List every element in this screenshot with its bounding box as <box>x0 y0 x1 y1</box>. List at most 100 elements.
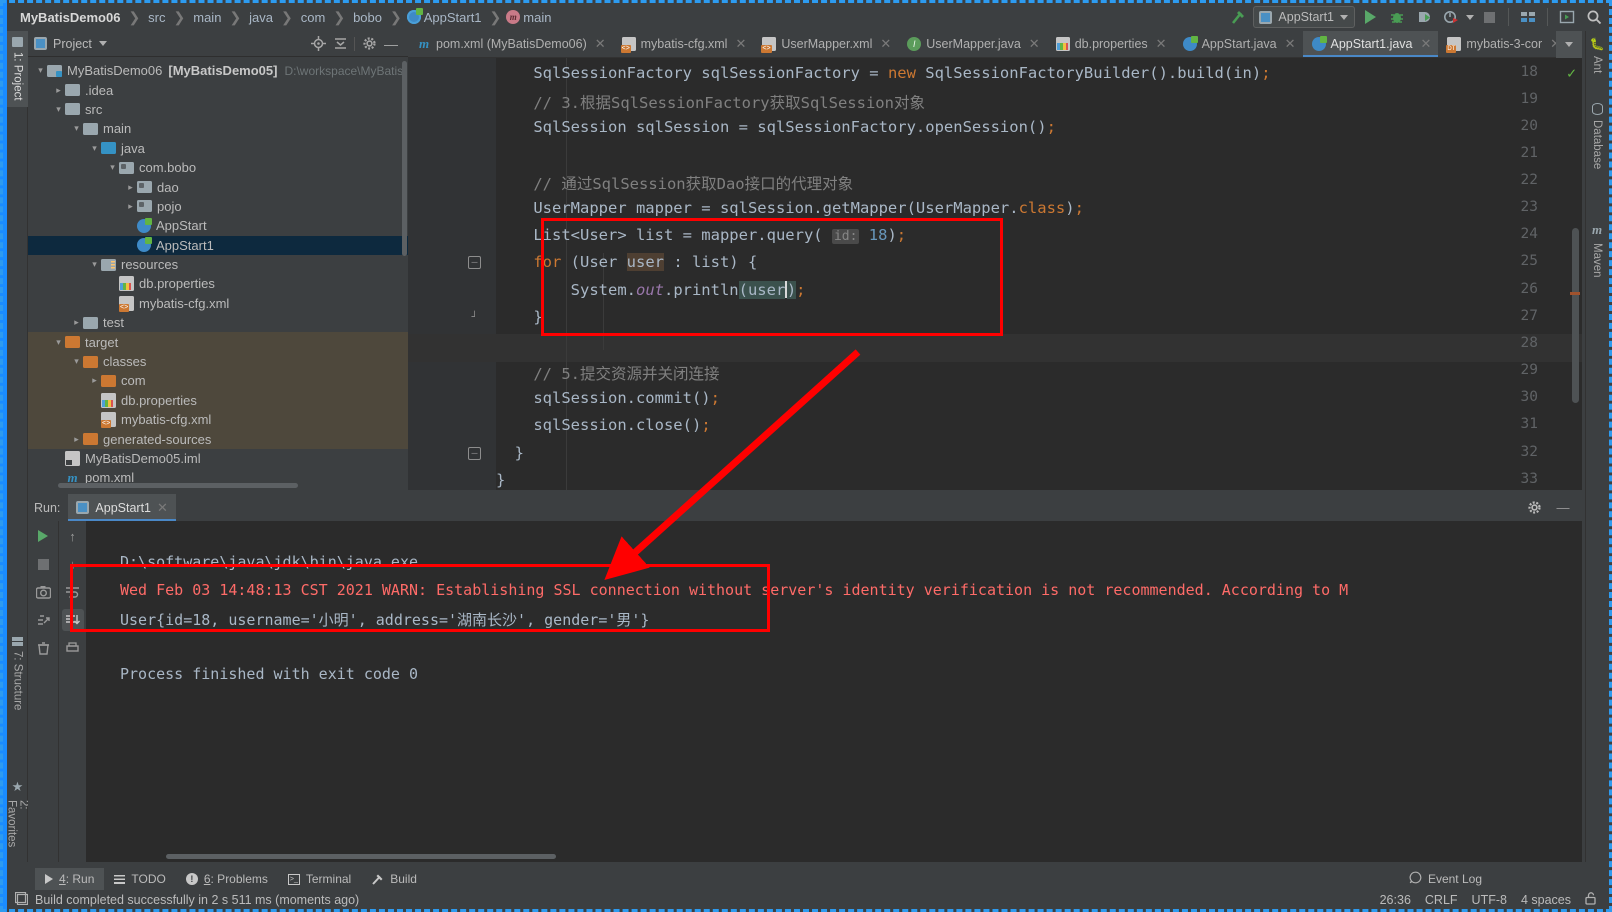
tree-node-java[interactable]: ▾ java <box>28 139 408 158</box>
gear-icon[interactable] <box>358 33 380 55</box>
tree-node-mybatisdemo05-iml[interactable]: MyBatisDemo05.iml <box>28 449 408 468</box>
close-icon[interactable]: ✕ <box>157 500 168 516</box>
tree-node-src[interactable]: ▾ src <box>28 100 408 119</box>
close-icon[interactable]: ✕ <box>1285 36 1296 52</box>
stop-button[interactable] <box>32 553 54 575</box>
chevron-right-icon[interactable]: ▸ <box>70 434 83 445</box>
chevron-down-icon[interactable]: ▾ <box>70 356 83 367</box>
bottom-tab-build[interactable]: Build <box>361 868 427 890</box>
close-icon[interactable]: ✕ <box>1156 36 1167 52</box>
bottom-tab-6-problems[interactable]: ! 6: Problems <box>176 868 278 890</box>
code-fold-marker[interactable]: – <box>468 256 481 269</box>
tree-node-main[interactable]: ▾ main <box>28 119 408 138</box>
sidebar-item-favorites[interactable]: ★ 2: Favorites <box>6 773 30 862</box>
code-fold-marker[interactable]: – <box>468 447 481 460</box>
editor-tab-bar[interactable]: mpom.xml (MyBatisDemo06)✕mybatis-cfg.xml… <box>408 31 1582 58</box>
breadcrumb-item-project[interactable]: MyBatisDemo06 <box>15 10 125 25</box>
tree-node-mybatis-cfg-xml[interactable]: mybatis-cfg.xml <box>28 410 408 430</box>
sidebar-item-maven[interactable]: m Maven <box>1585 216 1609 284</box>
chevron-down-icon[interactable]: ▾ <box>34 65 47 76</box>
close-icon[interactable]: ✕ <box>880 36 891 52</box>
dump-threads-button[interactable] <box>32 609 54 631</box>
chevron-down-icon[interactable]: ▾ <box>52 337 65 348</box>
project-structure-button[interactable] <box>1516 5 1540 29</box>
bottom-tab-4-run[interactable]: 4: Run <box>35 868 105 890</box>
search-everywhere-button[interactable] <box>1582 5 1606 29</box>
chevron-down-icon[interactable]: ▾ <box>88 259 101 270</box>
print-button[interactable] <box>62 637 84 659</box>
caret-position[interactable]: 26:36 <box>1380 893 1411 907</box>
tree-node-generated-sources[interactable]: ▸ generated-sources <box>28 429 408 449</box>
editor-tab-appstart-java[interactable]: AppStart.java ✕ <box>1174 31 1303 57</box>
console-scrollbar-horizontal[interactable] <box>166 854 556 859</box>
editor-tab-db-properties[interactable]: db.properties ✕ <box>1047 31 1174 57</box>
sidebar-item-ant[interactable]: 🐛 Ant <box>1585 31 1609 79</box>
tree-node-test[interactable]: ▸ test <box>28 313 408 332</box>
run-button[interactable] <box>1358 5 1382 29</box>
run-configuration-selector[interactable]: AppStart1 <box>1253 6 1355 28</box>
chevron-right-icon[interactable]: ▸ <box>52 85 65 96</box>
chevron-down-icon[interactable]: ▾ <box>52 104 65 115</box>
breadcrumb-item-java[interactable]: java <box>244 10 278 25</box>
code-fold-end-marker[interactable]: ┘ <box>468 311 481 324</box>
updates-button[interactable] <box>1555 5 1579 29</box>
tree-node-com-bobo[interactable]: ▾ com.bobo <box>28 158 408 177</box>
breadcrumb-item-com[interactable]: com <box>296 10 331 25</box>
bottom-tab-todo[interactable]: TODO <box>104 868 175 890</box>
minimize-icon[interactable]: — <box>1552 497 1574 519</box>
breadcrumb-item-appstart1[interactable]: AppStart1 <box>405 8 487 25</box>
tree-node-com[interactable]: ▸ com <box>28 371 408 391</box>
breadcrumb-item-bobo[interactable]: bobo <box>348 10 387 25</box>
tree-node--idea[interactable]: ▸ .idea <box>28 80 408 99</box>
debug-button[interactable] <box>1385 5 1409 29</box>
chevron-down-icon[interactable]: ▾ <box>106 162 119 173</box>
project-scrollbar-vertical[interactable] <box>402 61 407 256</box>
event-log-button[interactable]: Event Log <box>1409 868 1482 890</box>
rerun-button[interactable] <box>32 525 54 547</box>
inspection-ok-icon[interactable]: ✓ <box>1567 64 1576 82</box>
tree-node-mybatis-cfg-xml[interactable]: mybatis-cfg.xml <box>28 294 408 313</box>
project-tree[interactable]: ▾ MyBatisDemo06 [MyBatisDemo05] D:\workspac… <box>28 58 408 490</box>
close-icon[interactable]: ✕ <box>595 36 606 52</box>
editor-tab-appstart1-java[interactable]: AppStart1.java ✕ <box>1302 31 1439 57</box>
soft-wrap-button[interactable] <box>62 581 84 603</box>
screenshot-button[interactable] <box>32 581 54 603</box>
build-project-button[interactable] <box>1226 5 1250 29</box>
console-output[interactable]: D:\software\java\jdk\bin\java.exe ... We… <box>86 521 1582 862</box>
chevron-right-icon[interactable]: ▸ <box>70 317 83 328</box>
chevron-down-icon[interactable]: ▾ <box>88 143 101 154</box>
project-scrollbar-horizontal[interactable] <box>58 483 298 488</box>
chevron-down-icon[interactable]: ▾ <box>70 123 83 134</box>
indent-setting[interactable]: 4 spaces <box>1521 893 1571 907</box>
chevron-right-icon[interactable]: ▸ <box>124 182 137 193</box>
sidebar-item-database[interactable]: Database <box>1585 97 1609 175</box>
run-tab-appstart1[interactable]: AppStart1 ✕ <box>68 494 176 521</box>
chevron-right-icon[interactable]: ▸ <box>124 201 137 212</box>
breadcrumb-item-src[interactable]: src <box>143 10 170 25</box>
trash-button[interactable] <box>32 637 54 659</box>
code-editor[interactable]: 18 19 20 21 22 23 24 25 26 27 28 29 30 3… <box>408 58 1582 490</box>
editor-text-area[interactable]: SqlSessionFactory sqlSessionFactory = ne… <box>496 58 1582 490</box>
profiler-button[interactable] <box>1439 5 1463 29</box>
scroll-to-end-button[interactable] <box>61 609 84 631</box>
tree-node-db-properties[interactable]: db.properties <box>28 390 408 411</box>
tree-node-dao[interactable]: ▸ dao <box>28 177 408 196</box>
editor-tab-mybatis-3-cor[interactable]: mybatis-3-cor✕ <box>1438 31 1568 57</box>
hide-icon[interactable]: — <box>380 33 402 55</box>
stop-button[interactable] <box>1477 5 1501 29</box>
tree-node-appstart[interactable]: AppStart <box>28 216 408 235</box>
bottom-tab-terminal[interactable]: >_ Terminal <box>278 868 361 890</box>
sidebar-item-structure[interactable]: 7: Structure <box>7 631 28 716</box>
file-encoding[interactable]: UTF-8 <box>1472 893 1507 907</box>
collapse-all-icon[interactable] <box>329 33 351 55</box>
editor-tab-pom-xml-mybatisdemo06-[interactable]: m pom.xml (MyBatisDemo06) ✕ <box>408 31 613 57</box>
locate-icon[interactable] <box>307 33 329 55</box>
tree-node-mybatisdemo06[interactable]: ▾ MyBatisDemo06 [MyBatisDemo05] D:\workspac… <box>28 61 408 80</box>
close-icon[interactable]: ✕ <box>735 36 746 52</box>
editor-tab-mybatis-cfg-xml[interactable]: mybatis-cfg.xml ✕ <box>613 31 754 57</box>
tree-node-target[interactable]: ▾ target <box>28 332 408 352</box>
tree-node-pojo[interactable]: ▸ pojo <box>28 197 408 216</box>
gear-icon[interactable] <box>1523 497 1545 519</box>
unlocked-icon[interactable] <box>1585 891 1597 908</box>
editor-tab-usermapper-java[interactable]: I UserMapper.java ✕ <box>898 31 1046 57</box>
